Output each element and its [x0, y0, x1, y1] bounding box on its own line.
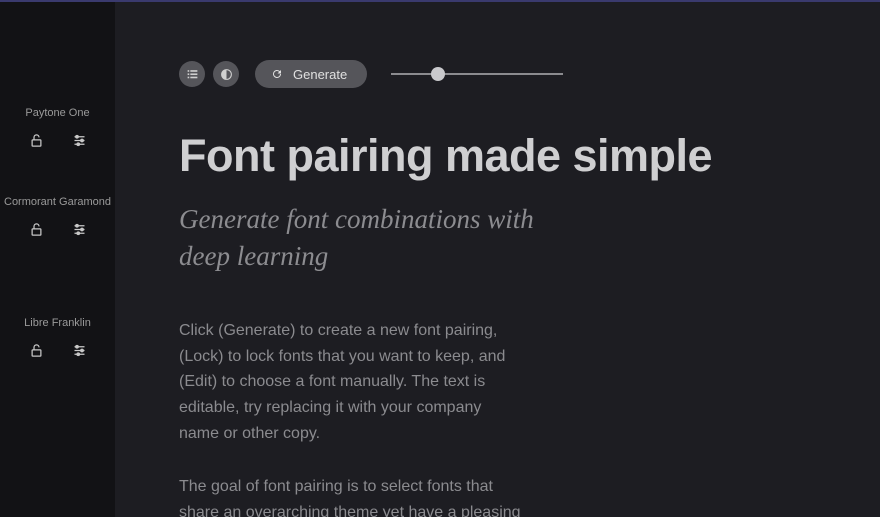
refresh-icon	[271, 68, 283, 80]
subheadline[interactable]: Generate font combinations with deep lea…	[179, 201, 579, 274]
generate-button[interactable]: Generate	[255, 60, 367, 88]
font-name-label: Cormorant Garamond	[0, 196, 115, 208]
lock-icon[interactable]	[29, 343, 44, 358]
lock-icon[interactable]	[29, 222, 44, 237]
edit-icon[interactable]	[72, 343, 87, 358]
generate-label: Generate	[293, 67, 347, 82]
contrast-button[interactable]	[213, 61, 239, 87]
font-block-libre: Libre Franklin	[0, 317, 115, 358]
toolbar: Generate	[179, 60, 880, 88]
font-block-paytone: Paytone One	[0, 107, 115, 148]
body-paragraph-1[interactable]: Click (Generate) to create a new font pa…	[179, 318, 524, 446]
sidebar: Paytone One Cormorant Garamond Libre Fra…	[0, 2, 115, 517]
edit-icon[interactable]	[72, 222, 87, 237]
slider-track	[391, 73, 563, 75]
font-block-cormorant: Cormorant Garamond	[0, 196, 115, 237]
edit-icon[interactable]	[72, 133, 87, 148]
font-name-label: Libre Franklin	[0, 317, 115, 329]
font-name-label: Paytone One	[0, 107, 115, 119]
lock-icon[interactable]	[29, 133, 44, 148]
main: Generate Font pairing made simple Genera…	[115, 2, 880, 517]
font-controls	[0, 133, 115, 148]
body-paragraph-2[interactable]: The goal of font pairing is to select fo…	[179, 474, 524, 517]
headline[interactable]: Font pairing made simple	[179, 132, 880, 179]
font-controls	[0, 343, 115, 358]
font-controls	[0, 222, 115, 237]
size-slider[interactable]	[391, 73, 563, 75]
list-view-button[interactable]	[179, 61, 205, 87]
slider-thumb[interactable]	[431, 67, 445, 81]
